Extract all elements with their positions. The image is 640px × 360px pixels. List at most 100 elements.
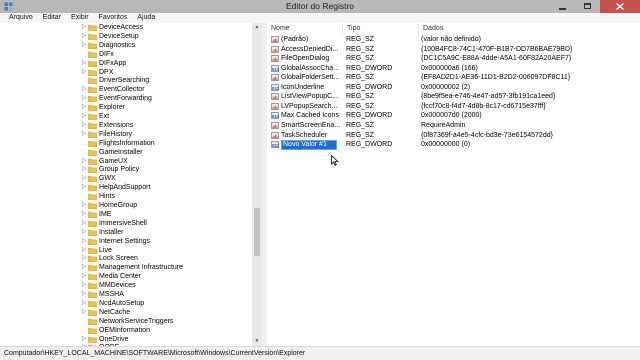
tree-scrollbar[interactable]: ▲ ▼ [252, 23, 262, 346]
registry-value-row[interactable]: ab LVPopupSearch... REG_SZ {fccf70c8-f4d7-4… [267, 102, 640, 112]
tree-item-label: Hints [99, 193, 115, 201]
expand-arrow-icon[interactable]: ▷ [82, 282, 87, 289]
menu-editar[interactable]: Editar [38, 13, 66, 23]
tree-item[interactable]: NetworkServiceTriggers [0, 317, 252, 326]
value-name-edit-field[interactable]: Novo Valor #1 [281, 140, 337, 150]
maximize-button[interactable] [575, 0, 600, 13]
expand-arrow-icon[interactable]: ▷ [82, 184, 87, 191]
expand-arrow-icon[interactable]: ▷ [82, 69, 87, 76]
menu-ajuda[interactable]: Ajuda [132, 13, 160, 23]
tree-item[interactable]: ▷ MSSHA [0, 290, 252, 299]
tree-item[interactable]: ▷ Diagnostics [0, 41, 252, 50]
expand-arrow-icon[interactable]: ▷ [82, 211, 87, 218]
tree-item[interactable]: OEMInformation [0, 326, 252, 335]
tree-item[interactable]: GameInstaller [0, 148, 252, 157]
expand-arrow-icon[interactable]: ▷ [82, 300, 87, 307]
tree-item[interactable]: ▷ OneDrive [0, 335, 252, 344]
expand-arrow-icon[interactable]: ▷ [82, 131, 87, 138]
expand-arrow-icon[interactable]: ▷ [82, 336, 87, 343]
expand-arrow-icon[interactable]: ▷ [82, 229, 87, 236]
registry-value-row[interactable]: 011 Max Cached Icons REG_DWORD 0x000007d0 (… [267, 111, 640, 121]
expand-arrow-icon[interactable]: ▷ [82, 166, 87, 173]
expand-arrow-icon[interactable]: ▷ [82, 24, 87, 31]
registry-value-row[interactable]: 011 GlobalAssocCha... REG_DWORD 0x000000a6 … [267, 64, 640, 74]
tree-item-label: EventCollector [99, 86, 145, 94]
tree-item[interactable]: ▷ DeviceAccess [0, 23, 252, 32]
registry-value-row[interactable]: ab SmartScreenEna... REG_SZ RequireAdmin [267, 121, 640, 131]
registry-value-row[interactable]: 011 IconUnderline REG_DWORD 0x00000002 (2) [267, 83, 640, 93]
expand-arrow-icon[interactable]: ▷ [82, 273, 87, 280]
tree-item[interactable]: ▷ NcdAutoSetup [0, 299, 252, 308]
folder-icon [88, 318, 97, 325]
tree-item[interactable]: ▷ Live [0, 246, 252, 255]
expand-arrow-icon[interactable]: ▷ [82, 202, 87, 209]
expand-arrow-icon[interactable]: ▷ [82, 42, 87, 49]
expand-arrow-icon[interactable]: ▷ [82, 113, 87, 120]
scroll-up-arrow-icon[interactable]: ▲ [252, 23, 262, 32]
expand-arrow-icon[interactable]: ▷ [82, 255, 87, 262]
column-header-data[interactable]: Dados [419, 23, 640, 34]
close-button[interactable] [600, 0, 640, 13]
tree-item[interactable]: ▷ Ext [0, 112, 252, 121]
registry-value-row[interactable]: ab GlobalFolderSett... REG_SZ {EF8AD2D1-AE3… [267, 73, 640, 83]
column-header-name[interactable]: Nome [267, 23, 343, 34]
tree-item[interactable]: ▷ Group Policy [0, 165, 252, 174]
folder-icon [88, 327, 97, 334]
tree-item[interactable]: ▷ ImmersiveShell [0, 219, 252, 228]
expand-arrow-icon[interactable]: ▷ [82, 86, 87, 93]
registry-value-row[interactable]: ab FileOpenDialog REG_SZ {DC1C5A9C-E88A-4dd… [267, 54, 640, 64]
tree-item[interactable]: ▷ EventForwarding [0, 94, 252, 103]
expand-arrow-icon[interactable]: ▷ [82, 175, 87, 182]
tree-item[interactable]: ▷ Lock Screen [0, 254, 252, 263]
menu-exibir[interactable]: Exibir [66, 13, 94, 23]
tree-item[interactable]: ▷ Extensions [0, 121, 252, 130]
tree-item[interactable]: ▷ Management Infrastructure [0, 263, 252, 272]
folder-icon [88, 229, 97, 236]
expand-arrow-icon[interactable]: ▷ [82, 60, 87, 67]
tree-item[interactable]: ▷ DIFxApp [0, 59, 252, 68]
tree-item[interactable]: Hints [0, 192, 252, 201]
expand-arrow-icon[interactable]: ▷ [82, 220, 87, 227]
string-value-icon: ab [271, 93, 279, 101]
tree-item[interactable]: ▷ IME [0, 210, 252, 219]
registry-value-row[interactable]: ab TaskScheduler REG_SZ {0f87369f-a4e5-4cfc… [267, 131, 640, 141]
tree-item[interactable]: ▷ NetCache [0, 308, 252, 317]
tree-item[interactable]: ▷ DPX [0, 68, 252, 77]
expand-arrow-icon[interactable]: ▷ [82, 291, 87, 298]
scrollbar-thumb[interactable] [254, 208, 260, 256]
tree-item[interactable]: ▷ HomeGroup [0, 201, 252, 210]
tree-item[interactable]: ▷ EventCollector [0, 85, 252, 94]
tree-item[interactable]: ▷ Installer [0, 228, 252, 237]
expand-arrow-icon[interactable]: ▷ [82, 309, 87, 316]
column-header-type[interactable]: Tipo [343, 23, 419, 34]
tree-item[interactable]: FlightsInformation [0, 139, 252, 148]
tree-item[interactable]: ▷ FileHistory [0, 130, 252, 139]
registry-value-row[interactable]: 011 Novo Valor #1 REG_DWORD 0x00000000 (0) [267, 140, 640, 150]
tree-item[interactable]: ▷ Internet Settings [0, 237, 252, 246]
expand-arrow-icon[interactable]: ▷ [82, 95, 87, 102]
registry-value-row[interactable]: ab AccessDeniedDi... REG_SZ {100B4FC8-74C1-… [267, 45, 640, 55]
tree-item[interactable]: DIFx [0, 50, 252, 59]
tree-item[interactable]: ▷ HelpAndSupport [0, 183, 252, 192]
expand-arrow-icon[interactable]: ▷ [82, 247, 87, 254]
expand-arrow-icon[interactable]: ▷ [82, 104, 87, 111]
expand-arrow-icon[interactable]: ▷ [82, 122, 87, 129]
tree-item[interactable]: ▷ GameUX [0, 157, 252, 166]
registry-value-row[interactable]: ab (Padrão) REG_SZ (valor não definido) [267, 35, 640, 45]
tree-item[interactable]: ▷ DeviceSetup [0, 32, 252, 41]
menu-arquivo[interactable]: Arquivo [4, 13, 38, 23]
expand-arrow-icon[interactable]: ▷ [82, 158, 87, 165]
tree-item[interactable]: DriverSearching [0, 76, 252, 85]
tree-item[interactable]: ▷ GWX [0, 174, 252, 183]
scroll-down-arrow-icon[interactable]: ▼ [252, 337, 262, 346]
registry-value-row[interactable]: ab ListViewPopupC... REG_SZ {8be9f5ea-e746-… [267, 92, 640, 102]
expand-arrow-icon[interactable]: ▷ [82, 33, 87, 40]
expand-arrow-icon[interactable]: ▷ [82, 238, 87, 245]
expand-arrow-icon[interactable]: ▷ [82, 264, 87, 271]
tree-item[interactable]: ▷ Media Center [0, 272, 252, 281]
minimize-button[interactable] [550, 0, 575, 13]
tree-item[interactable]: ▷ MMDevices [0, 281, 252, 290]
menu-favoritos[interactable]: Favoritos [94, 13, 133, 23]
tree-item[interactable]: ▷ Explorer [0, 103, 252, 112]
folder-icon [88, 265, 97, 272]
